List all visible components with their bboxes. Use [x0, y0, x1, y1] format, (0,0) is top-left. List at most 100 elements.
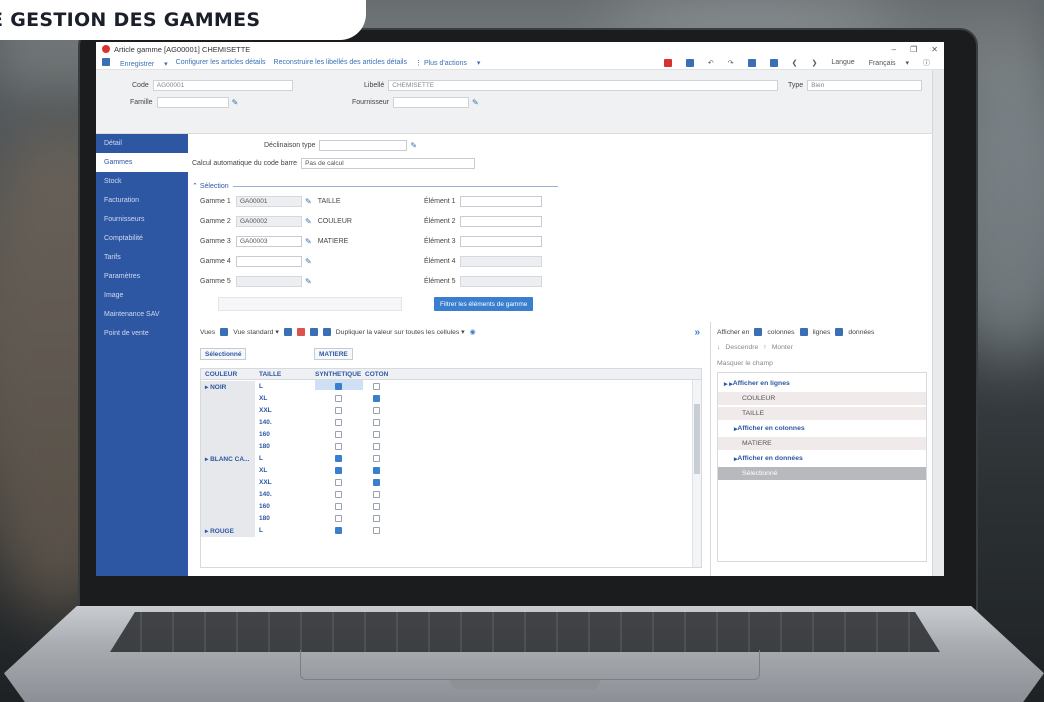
matiere-tag[interactable]: MATIERE — [314, 348, 353, 360]
save-button[interactable]: Enregistrer ▾ — [102, 57, 168, 68]
selected-tag[interactable]: Sélectionné — [200, 348, 247, 360]
synthetique-checkbox[interactable] — [335, 479, 342, 486]
sidebar-item-detail[interactable]: Détail — [96, 134, 188, 153]
synthetique-checkbox[interactable] — [335, 407, 342, 414]
configure-button[interactable]: Configurer les articles détails — [176, 59, 266, 66]
table-row[interactable]: 160 — [201, 429, 701, 441]
coton-checkbox[interactable] — [373, 479, 380, 486]
coton-checkbox[interactable] — [373, 455, 380, 462]
coton-checkbox[interactable] — [373, 395, 380, 402]
lignes-button[interactable]: lignes — [813, 329, 831, 336]
coton-checkbox[interactable] — [373, 443, 380, 450]
sidebar-item-parametres[interactable]: Paramètres — [96, 267, 188, 286]
gamme-code-input[interactable]: GA00002 — [236, 216, 302, 227]
code-input[interactable]: AG00001 — [152, 80, 293, 91]
synthetique-checkbox[interactable] — [335, 419, 342, 426]
sidebar-item-fournisseurs[interactable]: Fournisseurs — [96, 210, 188, 229]
vue-select[interactable]: Vue standard ▾ — [233, 328, 279, 336]
edit-icon[interactable]: ✎ — [472, 98, 479, 107]
eye-icon[interactable]: ◉ — [470, 328, 476, 336]
tree-item[interactable]: MATIERE — [718, 437, 926, 450]
synthetique-checkbox[interactable] — [335, 527, 342, 534]
edit-icon[interactable]: ✎ — [305, 197, 312, 206]
table-row[interactable]: XXL — [201, 477, 701, 489]
sidebar-item-comptabilite[interactable]: Comptabilité — [96, 229, 188, 248]
document-icon[interactable] — [685, 58, 694, 67]
table-row[interactable]: ▸ BLANC CA... L — [201, 453, 701, 465]
colonnes-button[interactable]: colonnes — [767, 329, 794, 336]
coton-checkbox[interactable] — [373, 383, 380, 390]
delete-icon[interactable] — [769, 58, 778, 67]
col-header-coton[interactable]: COTON — [365, 371, 388, 378]
language-select[interactable]: Français ▾ — [869, 59, 909, 67]
edit-icon[interactable]: ✎ — [305, 217, 312, 226]
coton-checkbox[interactable] — [373, 407, 380, 414]
selection-header[interactable]: ⌃ Sélection — [192, 182, 558, 190]
fournisseur-select[interactable] — [392, 97, 469, 108]
type-select[interactable]: Bien — [807, 80, 923, 91]
edit-icon[interactable]: ✎ — [305, 277, 312, 286]
element-select[interactable] — [460, 236, 542, 247]
synthetique-checkbox[interactable] — [335, 491, 342, 498]
sidebar-item-facturation[interactable]: Facturation — [96, 191, 188, 210]
synthetique-checkbox[interactable] — [335, 395, 342, 402]
scroll-thumb[interactable] — [694, 404, 700, 474]
declinaison-select[interactable] — [319, 140, 408, 151]
more-actions-button[interactable]: ⋮ Plus d'actions ▾ — [415, 59, 480, 67]
right-rail[interactable] — [932, 70, 944, 576]
edit-icon[interactable]: ✎ — [305, 257, 312, 266]
close-button[interactable]: ✕ — [931, 45, 938, 54]
sidebar-item-gammes[interactable]: Gammes — [96, 153, 188, 172]
sidebar-item-maintenance[interactable]: Maintenance SAV — [96, 305, 188, 324]
tree-item[interactable]: COULEUR — [718, 392, 926, 405]
sidebar-item-tarifs[interactable]: Tarifs — [96, 248, 188, 267]
tree-item[interactable]: TAILLE — [718, 407, 926, 420]
famille-select[interactable] — [156, 97, 229, 108]
donnees-button[interactable]: données — [848, 329, 874, 336]
sidebar-item-stock[interactable]: Stock — [96, 172, 188, 191]
coton-checkbox[interactable] — [373, 503, 380, 510]
element-select[interactable] — [460, 276, 542, 287]
synthetique-checkbox[interactable] — [335, 467, 342, 474]
group-label[interactable]: ▸ NOIR — [205, 383, 226, 391]
synthetique-checkbox[interactable] — [335, 455, 342, 462]
table-row[interactable]: ▸ NOIR L — [201, 381, 701, 393]
tree-item[interactable]: Sélectionné — [718, 467, 926, 480]
edit-icon[interactable]: ✎ — [305, 237, 312, 246]
coton-checkbox[interactable] — [373, 419, 380, 426]
rebuild-button[interactable]: Reconstruire les libellés des articles d… — [274, 59, 407, 66]
col-header-couleur[interactable]: COULEUR — [205, 371, 237, 378]
next-icon[interactable]: ❯ — [811, 59, 817, 67]
group-label[interactable]: ▸ BLANC CA... — [205, 455, 249, 463]
undo-icon[interactable]: ↶ — [708, 59, 714, 67]
sidebar-item-point-de-vente[interactable]: Point de vente — [96, 324, 188, 343]
element-select[interactable] — [460, 256, 542, 267]
table-row[interactable]: 140. — [201, 417, 701, 429]
masquer-button[interactable]: Masquer le champ — [717, 360, 773, 367]
table-row[interactable]: XXL — [201, 405, 701, 417]
descendre-button[interactable]: Descendre — [725, 344, 758, 351]
help-icon[interactable]: ⓘ — [923, 58, 930, 68]
gamme-code-input[interactable] — [236, 256, 302, 267]
export-icon[interactable] — [296, 328, 305, 336]
copy-icon[interactable] — [309, 328, 318, 336]
table-row[interactable]: ▸ ROUGE L — [201, 525, 701, 537]
coton-checkbox[interactable] — [373, 527, 380, 534]
table-row[interactable]: XL — [201, 393, 701, 405]
table-row[interactable]: 160 — [201, 501, 701, 513]
table-row[interactable]: 180 — [201, 513, 701, 525]
libelle-input[interactable]: CHEMISETTE — [388, 80, 779, 91]
duplicate-button[interactable]: Dupliquer la valeur sur toutes les cellu… — [336, 328, 465, 336]
col-header-taille[interactable]: TAILLE — [259, 371, 281, 378]
gamme-code-input[interactable]: GA00001 — [236, 196, 302, 207]
tree-group[interactable]: ▸ Afficher en colonnes — [718, 422, 926, 435]
table-row[interactable]: 140. — [201, 489, 701, 501]
minimize-button[interactable]: – — [892, 45, 896, 54]
edit-icon[interactable]: ✎ — [232, 98, 239, 107]
synthetique-checkbox[interactable] — [335, 515, 342, 522]
group-label[interactable]: ▸ ROUGE — [205, 527, 234, 535]
sidebar-item-image[interactable]: Image — [96, 286, 188, 305]
gamme-code-input[interactable] — [236, 276, 302, 287]
synthetique-checkbox[interactable] — [335, 443, 342, 450]
print-icon[interactable] — [663, 58, 672, 67]
